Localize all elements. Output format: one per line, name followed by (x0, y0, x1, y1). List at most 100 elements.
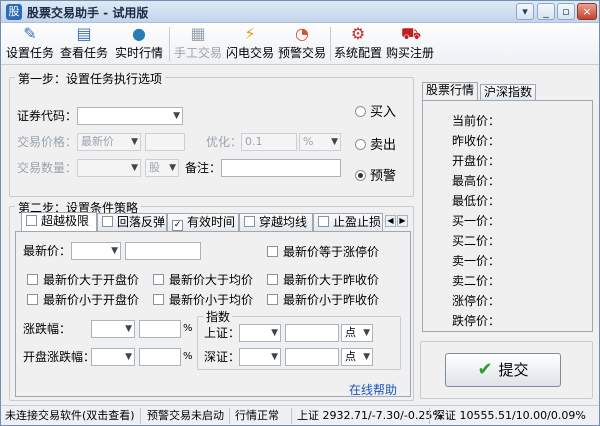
checkbox-above-avg-label: 最新价大于均价 (169, 273, 254, 287)
optimize-unit-value: % (303, 135, 314, 148)
flash-trade-button[interactable]: ⚡ 闪电交易 (225, 25, 275, 63)
submit-button[interactable]: ✔ 提交 (445, 353, 561, 387)
checkbox-below-prev-close[interactable]: 最新价小于昨收价 (267, 292, 379, 308)
realtime-quote-label: 实时行情 (114, 46, 163, 60)
chevron-down-icon: ▼ (125, 352, 132, 362)
security-code-combo[interactable]: ▼ (77, 107, 183, 125)
note-input[interactable] (221, 159, 341, 177)
system-config-button[interactable]: ⚙ 系统配置 (333, 25, 383, 63)
tab-stock-quote[interactable]: 股票行情 (422, 82, 479, 101)
radio-buy-indicator (355, 106, 366, 117)
field-current-price: 当前价： (452, 114, 501, 128)
index-title: 指数 (204, 309, 233, 325)
field-limit-down: 跌停价： (452, 314, 501, 328)
tab-stop-profit-loss-checkbox[interactable] (318, 216, 329, 227)
chevron-down-icon: ▼ (173, 111, 180, 121)
tab-pullback-checkbox[interactable] (102, 216, 113, 227)
radio-sell-indicator (355, 139, 366, 150)
checkbox-above-open-label: 最新价大于开盘价 (43, 273, 140, 287)
quantity-combo[interactable]: ▼ (77, 159, 141, 177)
optimize-input[interactable]: 0.1 (241, 133, 297, 151)
sz-index-op-combo[interactable]: ▼ (239, 348, 281, 366)
field-bid1: 买一价： (452, 214, 501, 228)
checkbox-above-avg-box (153, 274, 164, 285)
change-input[interactable] (139, 320, 181, 338)
price-type-value: 最新价 (81, 135, 114, 148)
latest-price-label: 最新价： (23, 244, 72, 258)
sz-index-label: 深证： (204, 350, 241, 364)
purchase-register-button[interactable]: ⛟ 购买注册 (385, 25, 435, 63)
status-separator (140, 408, 141, 424)
status-connection[interactable]: 未连接交易软件(双击查看) (5, 409, 135, 423)
radio-buy[interactable]: 买入 (355, 105, 396, 121)
checkbox-below-open-label: 最新价小于开盘价 (43, 293, 140, 307)
tab-valid-time[interactable]: ✓ 有效时间 (167, 213, 239, 231)
radio-sell[interactable]: 卖出 (355, 138, 396, 154)
latest-price-input[interactable] (125, 242, 201, 260)
checkbox-below-open[interactable]: 最新价小于开盘价 (27, 292, 139, 308)
sh-index-op-combo[interactable]: ▼ (239, 324, 281, 342)
cart-icon: ⛟ (401, 24, 422, 43)
latest-op-combo[interactable]: ▼ (71, 242, 121, 260)
check-icon: ✔ (477, 359, 493, 380)
alert-trade-label: 预警交易 (277, 46, 326, 60)
quantity-label: 交易数量： (17, 161, 78, 175)
tab-pullback[interactable]: 回落反弹 (97, 213, 167, 231)
alarm-clock-icon: ◔ (295, 24, 309, 43)
tab-cross-ma-checkbox[interactable] (244, 216, 255, 227)
alert-trade-button[interactable]: ◔ 预警交易 (277, 25, 327, 63)
sz-index-unit-value: 点 (345, 350, 356, 363)
chevron-down-icon: ▼ (363, 328, 370, 338)
change-op-combo[interactable]: ▼ (91, 320, 135, 338)
change-label: 涨跌幅： (23, 322, 72, 336)
tab-valid-time-checkbox[interactable]: ✓ (172, 220, 183, 231)
tab-index-quote[interactable]: 沪深指数 (480, 84, 537, 101)
checkbox-above-avg[interactable]: 最新价大于均价 (153, 272, 253, 288)
price-type-combo[interactable]: 最新价 ▼ (77, 133, 141, 151)
view-task-button[interactable]: ▤ 查看任务 (59, 25, 109, 63)
checkbox-above-prev-close[interactable]: 最新价大于昨收价 (267, 272, 379, 288)
manual-trade-label: 手工交易 (173, 46, 222, 60)
chevron-down-icon: ▼ (169, 163, 176, 173)
checkbox-equal-limit-up[interactable]: 最新价等于涨停价 (267, 244, 379, 260)
open-change-op-combo[interactable]: ▼ (91, 348, 135, 366)
maximize-button[interactable]: ▫ (557, 3, 575, 20)
checkbox-equal-limit-up-box (267, 246, 278, 257)
change-pct-unit: % (183, 323, 193, 334)
price-input[interactable] (145, 133, 185, 151)
sz-index-input[interactable] (285, 348, 339, 366)
status-separator (291, 408, 292, 424)
dropdown-button[interactable]: ▾ (516, 3, 534, 20)
status-alert-trade: 预警交易未启动 (147, 409, 224, 422)
sh-index-input[interactable] (285, 324, 339, 342)
quantity-unit-combo[interactable]: 股 ▼ (145, 159, 179, 177)
chevron-down-icon: ▼ (125, 324, 132, 334)
radio-alert[interactable]: 预警 (355, 169, 396, 185)
sz-index-unit-combo[interactable]: 点 ▼ (341, 348, 373, 366)
tab-scroll-right-button[interactable]: ▶ (397, 215, 408, 227)
online-help-link[interactable]: 在线帮助 (349, 381, 397, 398)
field-ask1: 卖一价： (452, 254, 501, 268)
optimize-unit-combo[interactable]: % ▼ (299, 133, 341, 151)
checkbox-below-avg[interactable]: 最新价小于均价 (153, 292, 253, 308)
checkbox-above-prev-close-label: 最新价大于昨收价 (283, 273, 380, 287)
tab-scroll-left-button[interactable]: ◀ (385, 215, 396, 227)
toolbar-separator (169, 27, 170, 61)
pencil-icon: ✎ (23, 24, 37, 43)
status-separator (229, 408, 230, 424)
close-button[interactable]: × (577, 3, 597, 20)
minimize-button[interactable]: _ (537, 3, 555, 20)
sh-index-unit-combo[interactable]: 点 ▼ (341, 324, 373, 342)
set-task-button[interactable]: ✎ 设置任务 (5, 25, 55, 63)
realtime-quote-button[interactable]: ● 实时行情 (113, 25, 165, 63)
status-sh-index: 上证 2932.71/-7.30/-0.25% (297, 409, 443, 422)
title-bar[interactable]: 股 股票交易助手 - 试用版 ▾ _ ▫ × (1, 1, 599, 23)
tab-cross-ma[interactable]: 穿越均线 (239, 213, 313, 231)
tab-exceed-limit[interactable]: 超越极限 (21, 212, 97, 232)
checkbox-above-open[interactable]: 最新价大于开盘价 (27, 272, 139, 288)
tab-stop-profit-loss[interactable]: 止盈止损 (313, 213, 383, 231)
status-sz-index: 深证 10555.51/10.00/0.09% (434, 409, 586, 422)
open-change-input[interactable] (139, 348, 181, 366)
tab-exceed-limit-checkbox[interactable] (26, 215, 37, 226)
manual-trade-button[interactable]: ▦ 手工交易 (173, 25, 223, 63)
